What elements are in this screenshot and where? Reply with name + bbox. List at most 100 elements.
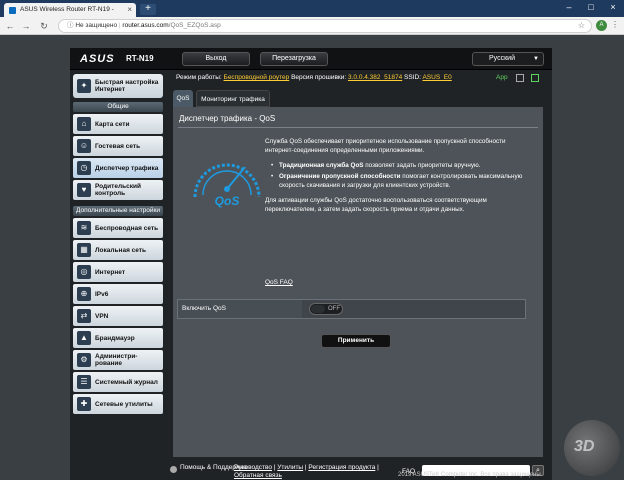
profile-avatar[interactable]: A [596, 20, 607, 31]
info-icon[interactable]: ⓘ [67, 22, 74, 29]
vpn-icon: ⇄ [77, 309, 91, 323]
registration-link[interactable]: Регистрация продукта [308, 464, 375, 471]
browser-tab[interactable]: ASUS Wireless Router RT-N19 - × [4, 3, 136, 17]
sidebar-item-label: Локальная сеть [95, 246, 146, 254]
toggle-state: OFF [328, 306, 340, 312]
globe-icon: ◎ [77, 265, 91, 279]
asus-favicon-icon [9, 7, 16, 14]
tab-traffic-monitor[interactable]: Мониторинг трафика [196, 90, 270, 107]
sidebar-section-advanced: Дополнительные настройки [73, 206, 163, 216]
minimize-icon[interactable]: – [558, 0, 580, 17]
window-controls: – □ × [558, 0, 624, 17]
toggle-knob [311, 305, 325, 313]
close-icon[interactable]: × [127, 3, 132, 17]
divider [178, 127, 538, 128]
admin-icon: ⚙ [77, 353, 91, 367]
sidebar-item-label: Брандмауэр [95, 334, 135, 342]
qos-description: Служба QoS обеспечивает приоритетное исп… [265, 137, 535, 220]
reload-icon[interactable]: ↻ [38, 20, 50, 32]
asus-logo[interactable]: ASUS [80, 53, 115, 65]
sidebar-item-wan[interactable]: ◎ Интернет [73, 262, 163, 282]
enable-qos-label: Включить QoS [178, 300, 302, 318]
browser-toolbar: ← → ↻ ⓘ Не защищено | router.asus.com/Qo… [0, 17, 624, 35]
sidebar-item-system-log[interactable]: ☰ Системный журнал [73, 372, 163, 392]
maximize-icon[interactable]: □ [580, 0, 602, 17]
system-log-icon: ☰ [77, 375, 91, 389]
watermark-logo: 3D [564, 420, 620, 476]
router-topbar: ASUS RT-N19 Выход Перезагрузка Русский ▼ [70, 48, 552, 70]
guest-network-icon: ☺ [77, 139, 91, 153]
sidebar-item-label: Беспроводная сеть [95, 224, 159, 232]
traffic-manager-icon: ◷ [77, 161, 91, 175]
mode-label: Режим работы: [176, 74, 222, 81]
url-path: /QoS_EZQoS.asp [168, 22, 221, 29]
window-close-icon[interactable]: × [602, 0, 624, 17]
page-area: ASUS RT-N19 Выход Перезагрузка Русский ▼… [0, 35, 624, 480]
sidebar-item-quick-setup[interactable]: ✦ Быстрая настройка Интернет [73, 74, 163, 98]
sidebar-item-label: Быстрая настройка Интернет [95, 79, 159, 93]
sidebar-item-traffic-manager[interactable]: ◷ Диспетчер трафика [73, 158, 163, 178]
sidebar-item-network-tools[interactable]: ✚ Сетевые утилиты [73, 394, 163, 414]
sidebar-item-ipv6[interactable]: ⊕ IPv6 [73, 284, 163, 304]
url-host: router.asus.com [122, 22, 169, 29]
page-title: Диспетчер трафика - QoS [179, 114, 276, 123]
sidebar-item-label: Карта сети [95, 120, 130, 128]
firmware-label: Версия прошивки: [291, 74, 347, 81]
network-map-icon: ⌂ [77, 117, 91, 131]
router-ui: ASUS RT-N19 Выход Перезагрузка Русский ▼… [70, 48, 552, 480]
network-tools-icon: ✚ [77, 397, 91, 411]
sidebar-item-wireless[interactable]: ≋ Беспроводная сеть [73, 218, 163, 238]
tab-qos[interactable]: QoS [173, 90, 193, 107]
utilities-link[interactable]: Утилиты [277, 464, 303, 471]
enable-qos-row: Включить QoS OFF [177, 299, 526, 319]
back-icon[interactable]: ← [4, 20, 16, 32]
feedback-link[interactable]: Обратная связь [234, 472, 282, 479]
copyright: 2019 ASUSTeK Computer Inc. Все права защ… [398, 472, 543, 478]
browser-menu-icon[interactable]: ⋮ [611, 20, 619, 29]
sidebar-item-network-map[interactable]: ⌂ Карта сети [73, 114, 163, 134]
manual-link[interactable]: Руководство [234, 464, 272, 471]
list-item: Ограничение пропускной способности помог… [271, 172, 535, 190]
logout-button[interactable]: Выход [182, 52, 250, 66]
qos-faq-link[interactable]: QoS FAQ [265, 279, 293, 286]
sidebar: ✦ Быстрая настройка Интернет Общие ⌂ Кар… [70, 70, 166, 480]
network-status-icon[interactable] [531, 74, 539, 82]
sidebar-item-vpn[interactable]: ⇄ VPN [73, 306, 163, 326]
footer-links: Руководство | Утилиты | Регистрация прод… [234, 464, 379, 479]
activate-text: Для активации службы QoS достаточно восп… [265, 197, 487, 213]
sidebar-item-label: IPv6 [95, 290, 109, 298]
reboot-button[interactable]: Перезагрузка [260, 52, 328, 66]
firmware-value[interactable]: 3.0.0.4.382_51874 [348, 74, 402, 81]
model-name: RT-N19 [126, 54, 154, 63]
mode-value[interactable]: Беспроводной роутер [224, 74, 290, 81]
ssid-label: SSID: [404, 74, 422, 81]
sidebar-item-guest-network[interactable]: ☺ Гостевая сеть [73, 136, 163, 156]
enable-qos-toggle[interactable]: OFF [309, 303, 343, 315]
bookmark-star-icon[interactable]: ☆ [578, 20, 585, 32]
quick-setup-icon: ✦ [77, 79, 91, 93]
parental-control-icon: ♥ [77, 183, 91, 197]
qos-panel: Диспетчер трафика - QoS QoS Служба QoS о… [173, 107, 543, 457]
sidebar-item-label: Диспетчер трафика [95, 164, 159, 172]
app-link[interactable]: App [496, 71, 508, 85]
apply-button[interactable]: Применить [321, 334, 391, 348]
address-bar[interactable]: ⓘ Не защищено | router.asus.com/QoS_EZQo… [58, 19, 592, 33]
sidebar-item-parental-control[interactable]: ♥ Родительский контроль [73, 180, 163, 200]
browser-tabbar: ASUS Wireless Router RT-N19 - × + – □ × [0, 0, 624, 17]
ssid-value[interactable]: ASUS_E0 [422, 74, 451, 81]
sidebar-item-firewall[interactable]: ▲ Брандмауэр [73, 328, 163, 348]
intro-text: Служба QoS обеспечивает приоритетное исп… [265, 138, 506, 154]
language-select[interactable]: Русский ▼ [472, 52, 544, 66]
help-icon [170, 466, 177, 473]
new-tab-button[interactable]: + [140, 4, 156, 15]
status-bar: Режим работы: Беспроводной роутер Версия… [176, 71, 546, 85]
gauge-label: QoS [215, 194, 240, 208]
usb-icon[interactable] [516, 74, 524, 82]
forward-icon[interactable]: → [20, 20, 32, 32]
sidebar-item-label: Гостевая сеть [95, 142, 141, 150]
sidebar-item-administration[interactable]: ⚙ Администри-рование [73, 350, 163, 370]
sidebar-section-general: Общие [73, 102, 163, 112]
qos-gauge-icon: QoS [193, 163, 261, 208]
sidebar-item-lan[interactable]: ▦ Локальная сеть [73, 240, 163, 260]
tab-title: ASUS Wireless Router RT-N19 - [20, 6, 114, 13]
